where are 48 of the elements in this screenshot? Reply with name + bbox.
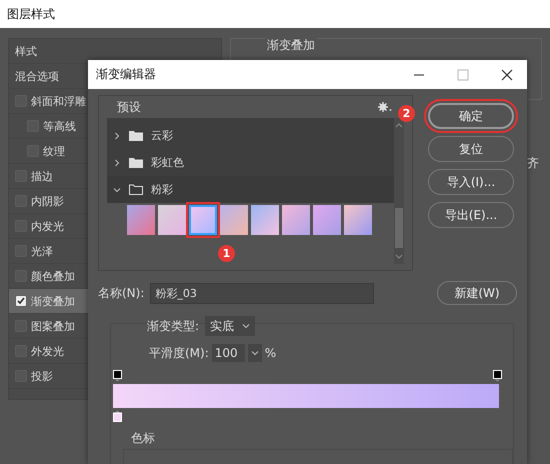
scrollbar-thumb[interactable] bbox=[395, 208, 403, 248]
dialog-button[interactable]: 导入(I)... bbox=[428, 169, 514, 195]
step-badge: 2 bbox=[398, 105, 415, 122]
preset-folder[interactable]: 粉彩 bbox=[107, 176, 394, 203]
gradient-swatch[interactable] bbox=[189, 205, 217, 235]
gradient-swatch[interactable] bbox=[127, 205, 155, 235]
gradient-swatch[interactable] bbox=[220, 205, 248, 235]
smoothness-label: 平滑度(M): bbox=[149, 344, 209, 362]
gradient-type-dropdown[interactable]: 实底 bbox=[205, 316, 256, 336]
presets-label: 预设 bbox=[117, 98, 141, 116]
scroll-up-icon[interactable] bbox=[395, 122, 403, 128]
settings-icon[interactable] bbox=[378, 102, 392, 112]
gradient-swatch[interactable] bbox=[282, 205, 310, 235]
color-stop-label: 色标 bbox=[131, 430, 156, 447]
scrollbar[interactable] bbox=[394, 118, 404, 264]
gradient-swatch[interactable] bbox=[251, 205, 279, 235]
opacity-stop[interactable] bbox=[493, 370, 502, 382]
new-button[interactable]: 新建(W) bbox=[437, 281, 517, 305]
chevron-icon bbox=[113, 158, 121, 166]
gradient-type-label: 渐变类型: bbox=[147, 318, 200, 334]
caret-icon bbox=[242, 323, 250, 329]
gradient-swatch[interactable] bbox=[344, 205, 372, 235]
gradient-swatch[interactable] bbox=[158, 205, 186, 235]
dialog-button[interactable]: 导出(E)... bbox=[428, 202, 514, 228]
chevron-icon bbox=[113, 132, 121, 140]
smoothness-dropdown[interactable] bbox=[248, 344, 262, 362]
folder-icon bbox=[129, 184, 143, 195]
preset-folder[interactable]: 云彩 bbox=[107, 122, 394, 149]
caret-icon bbox=[250, 350, 259, 356]
name-label: 名称(N): bbox=[98, 284, 144, 302]
checkbox[interactable] bbox=[15, 295, 27, 307]
opacity-stop[interactable] bbox=[113, 370, 122, 382]
color-stop[interactable] bbox=[113, 410, 122, 422]
align-label: 齐 bbox=[527, 155, 539, 172]
smoothness-field[interactable]: 100 bbox=[212, 344, 245, 362]
name-field[interactable]: 粉彩_03 bbox=[150, 282, 374, 304]
dialog-title: 渐变编辑器 bbox=[96, 66, 156, 83]
maximize-icon[interactable] bbox=[457, 68, 469, 80]
gradient-swatch[interactable] bbox=[313, 205, 341, 235]
dialog-button[interactable]: 复位 bbox=[428, 136, 514, 162]
folder-icon bbox=[129, 157, 143, 168]
scroll-down-icon[interactable] bbox=[395, 254, 403, 260]
folder-icon bbox=[129, 130, 143, 141]
chevron-icon bbox=[113, 186, 121, 194]
preset-folder[interactable]: 彩虹色 bbox=[107, 149, 394, 176]
close-icon[interactable] bbox=[501, 68, 513, 80]
window-title: 图层样式 bbox=[7, 6, 55, 22]
percent-label: % bbox=[264, 346, 276, 360]
